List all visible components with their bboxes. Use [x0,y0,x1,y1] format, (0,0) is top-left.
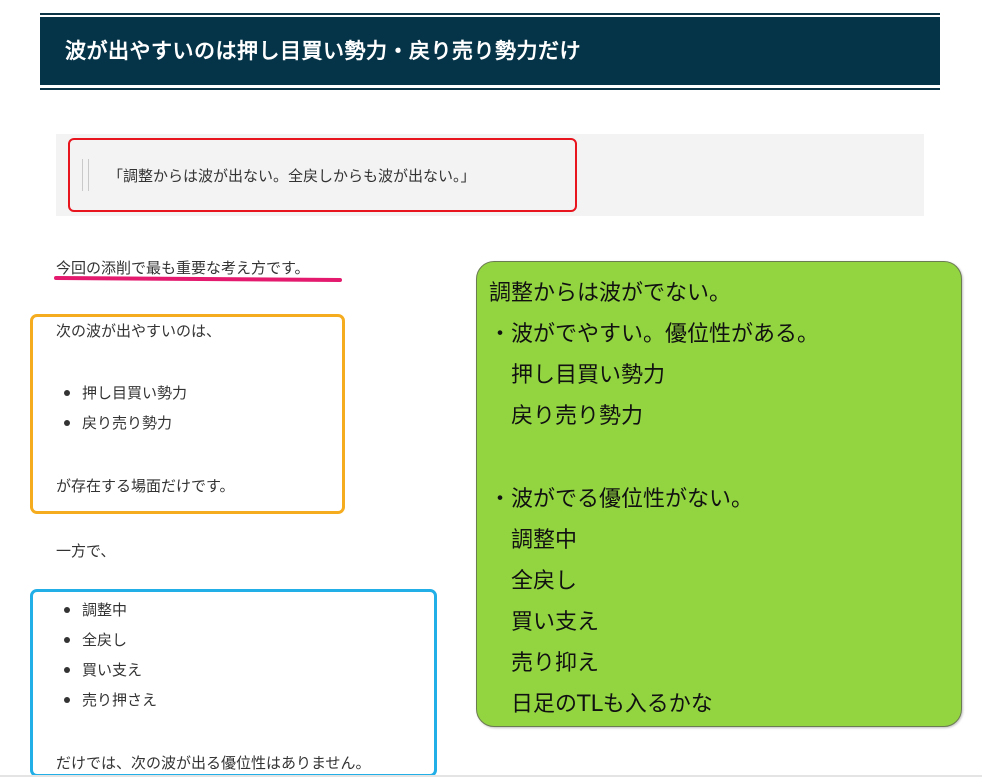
note-line: 買い支え [489,610,600,635]
heading-rule-bottom [40,88,940,90]
important-note-text: 今回の添削で最も重要な考え方です。 [56,259,310,277]
note-line: 戻り売り勢力 [489,404,644,429]
note-line: 売り抑え [489,651,600,676]
blue-highlight-frame [30,589,437,777]
note-line: 全戻し [489,569,578,594]
note-line: 押し目買い勢力 [489,363,666,388]
other-hand-text: 一方で、 [56,542,116,560]
heading-rule-top [40,13,940,15]
orange-highlight-frame [30,314,345,514]
note-line: 日足のTLも入るかな [489,692,713,717]
red-highlight-frame [68,138,577,212]
page-title: 波が出やすいのは押し目買い勢力・戻り売り勢力だけ [40,17,940,85]
note-line: ・波がでる優位性がない。 [489,487,754,512]
section-heading: 波が出やすいのは押し目買い勢力・戻り売り勢力だけ [40,13,940,90]
note-line: ・波がでやすい。優位性がある。 [489,322,820,347]
pink-underline-annotation [53,275,343,283]
note-line: 調整中 [489,528,578,553]
note-line: 調整からは波がでない。 [489,281,732,306]
